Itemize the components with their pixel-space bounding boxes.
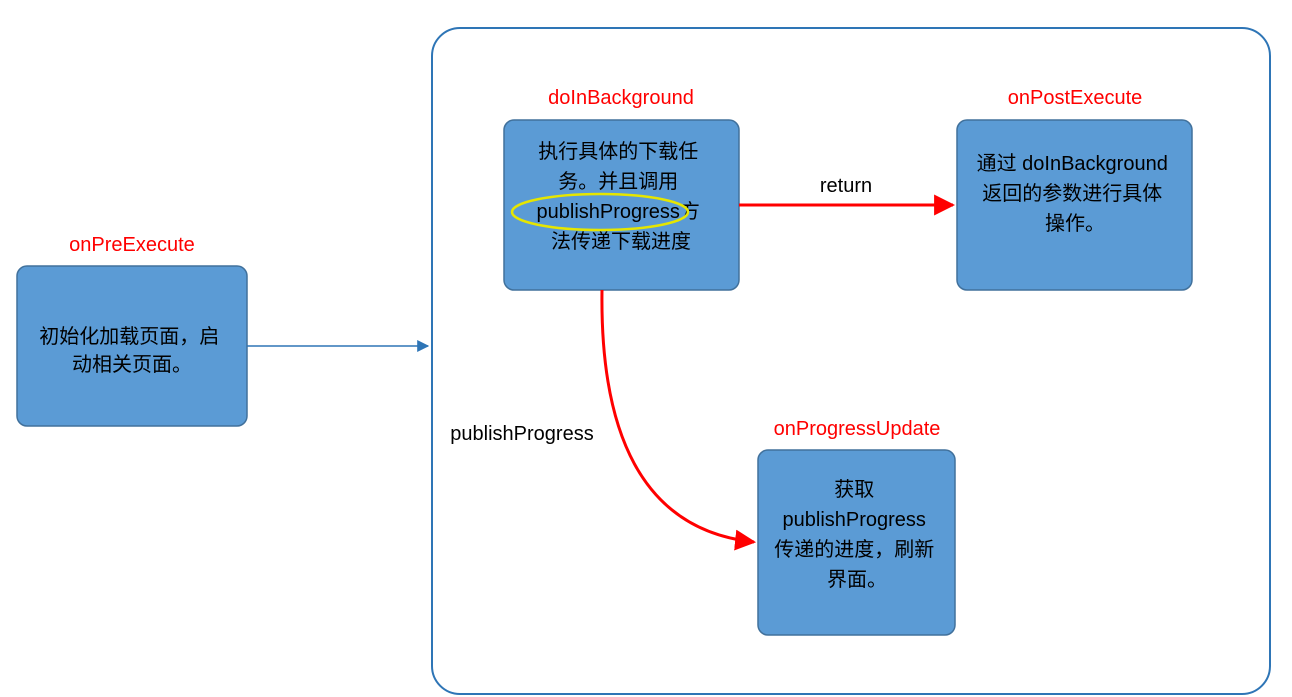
node-title: onPreExecute: [69, 234, 195, 256]
arrow-publishProgress: [602, 290, 754, 542]
node-title: onProgressUpdate: [774, 418, 941, 440]
diagram-canvas: onPreExecute 初始化加载页面，启 动相关页面。 doInBackgr…: [0, 0, 1292, 697]
node-title: doInBackground: [548, 87, 694, 109]
node-box: [957, 120, 1192, 290]
node-doInBackground: doInBackground 执行具体的下载任 务。并且调用 publishPr…: [504, 87, 739, 290]
node-onProgressUpdate: onProgressUpdate 获取 publishProgress 传递的进…: [758, 418, 955, 635]
node-title: onPostExecute: [1008, 87, 1143, 109]
edge-label-return: return: [820, 175, 872, 197]
edge-label-publishProgress: publishProgress: [450, 423, 593, 445]
node-onPreExecute: onPreExecute 初始化加载页面，启 动相关页面。: [17, 234, 247, 426]
node-onPostExecute: onPostExecute 通过 doInBackground 返回的参数进行具…: [957, 87, 1192, 290]
